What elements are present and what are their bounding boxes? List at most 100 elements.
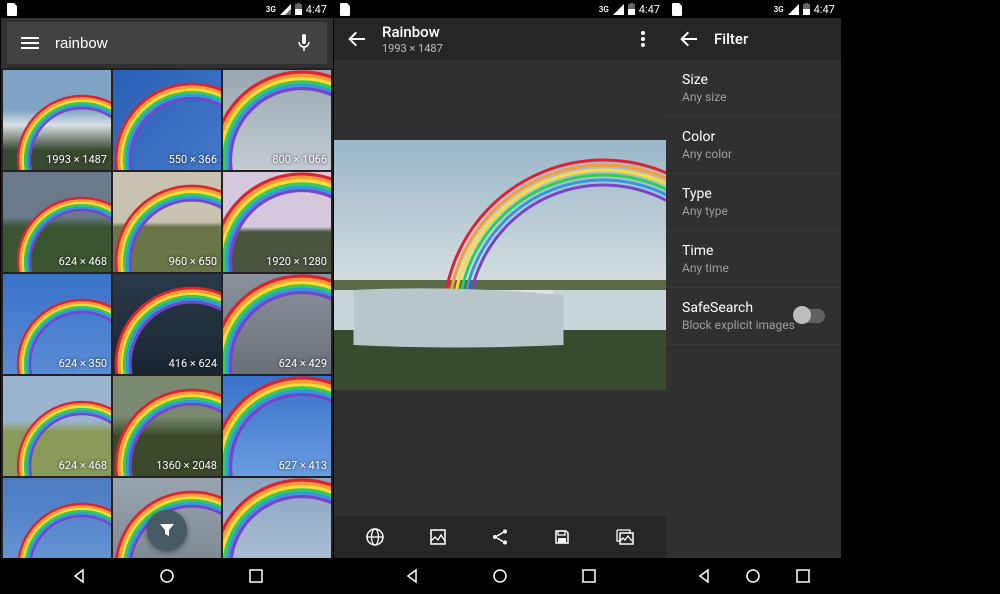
result-tile[interactable] [3, 478, 111, 558]
tile-dimensions: 624 × 350 [59, 357, 107, 370]
detail-title-block: Rainbow 1993 × 1487 [382, 23, 443, 55]
battery-icon [295, 3, 302, 15]
result-tile[interactable]: 627 × 413 [223, 376, 331, 476]
detail-app-bar: Rainbow 1993 × 1487 [334, 18, 666, 60]
nav-back-icon[interactable] [68, 565, 90, 587]
filter-item-type[interactable]: Type Any type [666, 174, 841, 231]
nav-recent-icon[interactable] [245, 565, 267, 587]
battery-icon [803, 3, 810, 15]
nav-recent-icon[interactable] [792, 565, 814, 587]
result-tile[interactable]: 1920 × 1280 [223, 172, 331, 272]
nav-back-icon[interactable] [401, 565, 423, 587]
filter-icon [159, 522, 175, 538]
filter-fab[interactable] [147, 510, 187, 550]
result-tile[interactable]: 624 × 468 [3, 376, 111, 476]
nav-back-icon[interactable] [693, 565, 715, 587]
search-input[interactable] [55, 35, 279, 52]
result-tile[interactable]: 800 × 1066 [223, 70, 331, 170]
network-3g-icon: 3G [266, 5, 276, 14]
kebab-menu-icon[interactable] [632, 28, 654, 50]
tile-dimensions: 624 × 468 [59, 255, 107, 268]
clock-time: 4:47 [306, 3, 327, 16]
tile-dimensions: 960 × 650 [169, 255, 217, 268]
filter-value: Any time [682, 261, 825, 275]
filter-value: Any color [682, 147, 825, 161]
set-wallpaper-icon[interactable] [427, 526, 449, 548]
filter-item-safesearch[interactable]: SafeSearch Block explicit images [666, 288, 841, 345]
results-grid: 1993 × 1487 550 × 366 800 × 1066 [1, 68, 333, 558]
nav-bar [334, 558, 666, 594]
filter-label: Size [682, 72, 825, 88]
tile-dimensions: 1920 × 1280 [266, 255, 327, 268]
nav-recent-icon[interactable] [578, 565, 600, 587]
back-arrow-icon[interactable] [346, 28, 368, 50]
filter-item-size[interactable]: Size Any size [666, 60, 841, 117]
tile-dimensions: 624 × 468 [59, 459, 107, 472]
clock-time: 4:47 [814, 3, 835, 16]
status-bar: 3G 4:47 [1, 0, 333, 18]
tile-dimensions: 800 × 1066 [272, 153, 327, 166]
nav-home-icon[interactable] [489, 565, 511, 587]
clock-time: 4:47 [639, 3, 660, 16]
file-icon [7, 3, 18, 16]
detail-body [334, 60, 666, 516]
filter-item-time[interactable]: Time Any time [666, 231, 841, 288]
detail-bottom-actions [334, 516, 666, 558]
detail-subtitle: 1993 × 1487 [382, 42, 443, 55]
result-tile[interactable]: 1993 × 1487 [3, 70, 111, 170]
result-tile[interactable]: 416 × 624 [113, 274, 221, 374]
result-tile[interactable]: 624 × 429 [223, 274, 331, 374]
tile-dimensions: 627 × 413 [279, 459, 327, 472]
share-icon[interactable] [489, 526, 511, 548]
filter-list: Size Any size Color Any color Type Any t… [666, 60, 841, 558]
result-tile[interactable] [223, 478, 331, 558]
filter-value: Any type [682, 204, 825, 218]
safesearch-switch[interactable] [795, 309, 825, 323]
save-icon[interactable] [551, 526, 573, 548]
tile-dimensions: 416 × 624 [169, 357, 217, 370]
result-tile[interactable]: 624 × 350 [3, 274, 111, 374]
battery-icon [628, 3, 635, 15]
file-icon [340, 3, 351, 16]
filter-title: Filter [714, 30, 748, 48]
filter-value: Any size [682, 90, 825, 104]
tile-dimensions: 550 × 366 [169, 153, 217, 166]
network-3g-icon: 3G [774, 5, 784, 14]
result-tile[interactable]: 960 × 650 [113, 172, 221, 272]
filter-label: Type [682, 186, 825, 202]
pane-search: 3G 4:47 1993 × 1487 [0, 0, 333, 594]
pane-filter: 3G 4:47 Filter Size Any size Color Any c… [666, 0, 841, 594]
filter-app-bar: Filter [666, 18, 841, 60]
filter-value: Block explicit images [682, 318, 795, 332]
filter-label: Color [682, 129, 825, 145]
tile-dimensions: 1993 × 1487 [46, 153, 107, 166]
tile-dimensions: 1360 × 2048 [156, 459, 217, 472]
result-tile[interactable]: 550 × 366 [113, 70, 221, 170]
filter-item-color[interactable]: Color Any color [666, 117, 841, 174]
nav-bar [1, 558, 333, 594]
filter-label: SafeSearch [682, 300, 795, 316]
result-tile[interactable]: 1360 × 2048 [113, 376, 221, 476]
pane-detail: 3G 4:47 Rainbow 1993 × 1487 [333, 0, 666, 594]
file-icon [672, 3, 683, 16]
nav-home-icon[interactable] [742, 565, 764, 587]
signal-icon [613, 4, 624, 15]
tile-dimensions: 624 × 429 [279, 357, 327, 370]
signal-icon [280, 4, 291, 15]
network-3g-icon: 3G [599, 5, 609, 14]
signal-icon [788, 4, 799, 15]
status-bar: 3G 4:47 [666, 0, 841, 18]
detail-image[interactable] [334, 140, 666, 390]
globe-icon[interactable] [364, 526, 386, 548]
search-bar [7, 22, 327, 64]
status-bar: 3G 4:47 [334, 0, 666, 18]
filter-label: Time [682, 243, 825, 259]
nav-bar [666, 558, 841, 594]
nav-home-icon[interactable] [156, 565, 178, 587]
detail-title: Rainbow [382, 23, 443, 41]
mic-icon[interactable] [293, 32, 315, 54]
result-tile[interactable]: 624 × 468 [3, 172, 111, 272]
hamburger-icon[interactable] [19, 32, 41, 54]
back-arrow-icon[interactable] [678, 28, 700, 50]
gallery-icon[interactable] [614, 526, 636, 548]
